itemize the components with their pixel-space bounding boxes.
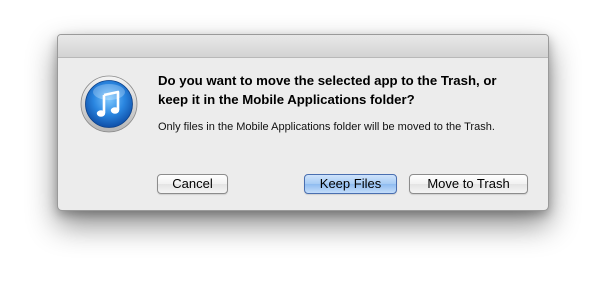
alert-message: Do you want to move the selected app to … — [158, 73, 497, 107]
dialog-titlebar[interactable] — [58, 35, 548, 58]
keep-files-button[interactable]: Keep Files — [304, 174, 397, 194]
itunes-icon — [80, 75, 138, 133]
alert-informative-text: Only files in the Mobile Applications fo… — [158, 121, 495, 133]
move-to-trash-button[interactable]: Move to Trash — [409, 174, 528, 194]
alert-dialog: Do you want to move the selected app to … — [57, 34, 549, 211]
cancel-button[interactable]: Cancel — [157, 174, 228, 194]
screen: Do you want to move the selected app to … — [0, 0, 604, 289]
